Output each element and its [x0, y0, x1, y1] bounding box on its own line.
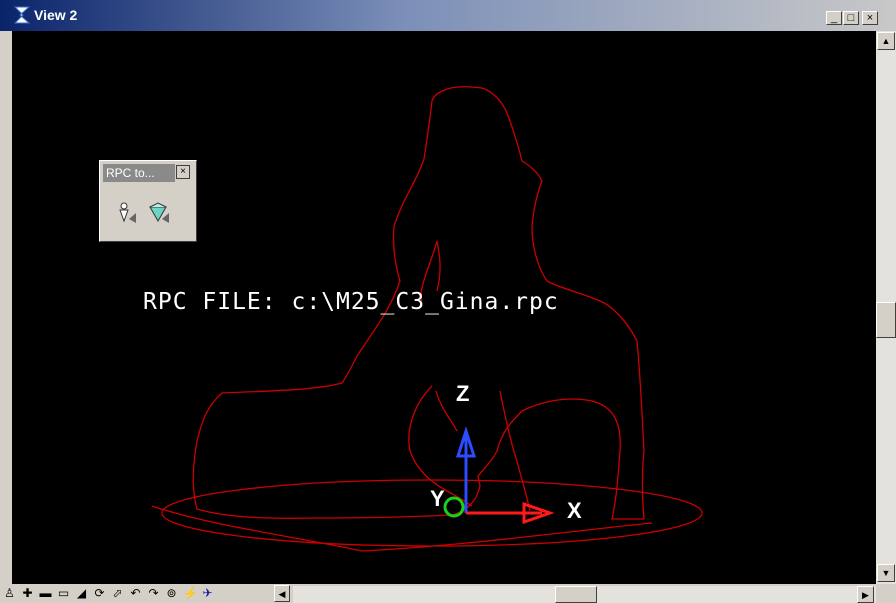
scroll-down-icon[interactable]: ▼: [877, 564, 895, 582]
microstation-logo-icon: [13, 6, 31, 24]
view-canvas[interactable]: RPC FILE: c:\M25_C3_Gina.rpc Z Y X: [12, 31, 876, 584]
rpc-file-label: RPC FILE: c:\M25_C3_Gina.rpc: [143, 289, 559, 315]
scroll-right-icon[interactable]: ▶: [857, 586, 874, 603]
view-next-icon[interactable]: ↷: [147, 586, 160, 600]
figure-leg-inner: [435, 390, 458, 432]
scroll-up-icon[interactable]: ▲: [877, 32, 895, 50]
fit-view-icon[interactable]: ◢: [75, 586, 88, 600]
rotate-view-icon[interactable]: ⟳: [93, 586, 106, 600]
minimize-button[interactable]: _: [826, 11, 842, 25]
copy-view-icon[interactable]: ⊚: [165, 586, 178, 600]
update-view-icon[interactable]: ♙: [3, 586, 16, 600]
axis-triad: [443, 426, 555, 525]
window-area-icon[interactable]: ▭: [57, 586, 70, 600]
zoom-in-icon[interactable]: ✚: [21, 586, 34, 600]
close-button[interactable]: ×: [862, 11, 878, 25]
axis-y-label: Y: [430, 486, 445, 511]
maximize-button[interactable]: □: [843, 11, 859, 25]
scroll-left-icon[interactable]: ◀: [274, 585, 290, 602]
zoom-out-icon[interactable]: ▬: [39, 586, 52, 600]
toolbox-title[interactable]: RPC to...: [103, 164, 175, 182]
pan-view-icon[interactable]: ⬀: [111, 586, 124, 600]
toolbox-close-button[interactable]: ×: [176, 165, 190, 179]
rpc-edit-icon[interactable]: [146, 201, 172, 227]
vertical-scroll-thumb[interactable]: [876, 302, 896, 338]
window-title: View 2: [34, 7, 78, 23]
horizontal-scrollbar[interactable]: ▶: [293, 586, 876, 603]
camera-icon[interactable]: ⚡: [183, 586, 198, 600]
axis-x-label: X: [567, 498, 582, 523]
rpc-place-icon[interactable]: [114, 201, 140, 227]
view-previous-icon[interactable]: ↶: [129, 586, 142, 600]
vertical-scrollbar[interactable]: ▲ ▼: [876, 31, 896, 584]
navigate-icon[interactable]: ✈: [201, 586, 214, 600]
rpc-toolbox[interactable]: RPC to... ×: [99, 160, 197, 242]
window-title-bar[interactable]: View 2 _ □ ×: [0, 0, 896, 31]
axis-z-label: Z: [456, 381, 470, 406]
horizontal-scroll-thumb[interactable]: [555, 586, 597, 603]
